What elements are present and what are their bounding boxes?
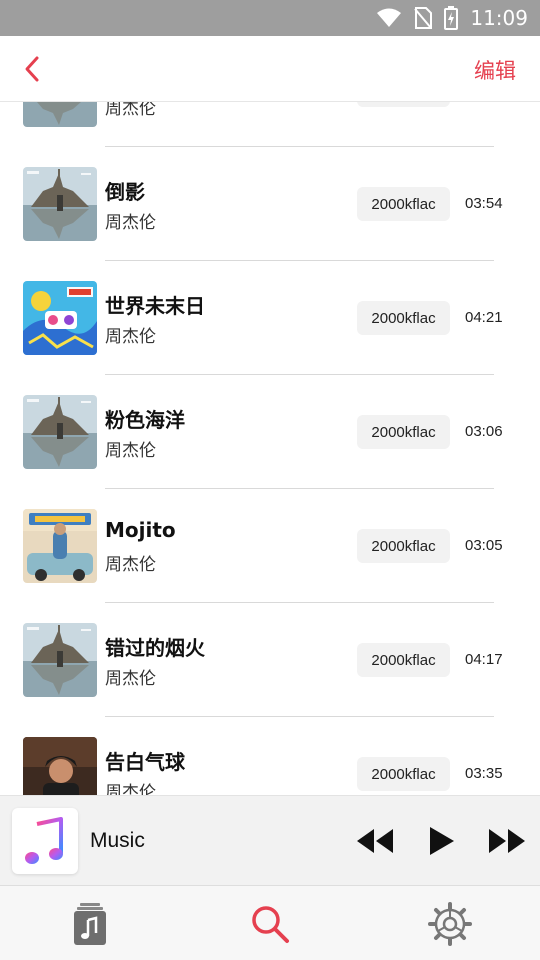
battery-charging-icon — [444, 6, 459, 30]
song-duration: 04:17 — [465, 651, 503, 668]
search-icon — [252, 905, 289, 943]
quality-badge: 2000kflac — [357, 529, 450, 563]
tab-bar — [0, 885, 540, 960]
quality-badge: 2000kflac — [357, 643, 450, 677]
play-icon[interactable] — [426, 823, 456, 859]
song-artist: 周杰伦 — [105, 327, 156, 347]
song-row[interactable]: 告白气球周杰伦 2000kflac 03:35 — [0, 717, 540, 795]
quality-badge: 2000kflac — [357, 187, 450, 221]
song-title: 告白气球 — [105, 750, 185, 774]
song-artist: 周杰伦 — [105, 441, 156, 461]
status-icons: 11:09 — [376, 0, 528, 36]
no-sim-icon — [414, 7, 433, 29]
status-time: 11:09 — [470, 6, 528, 30]
song-artist: 周杰伦 — [105, 102, 156, 119]
album-cover — [23, 737, 97, 795]
song-row[interactable]: Mojito 周杰伦 2000kflac 03:05 — [0, 489, 540, 603]
song-list-inner: 逆经流浪周杰伦2000kflac04:25倒影周杰伦2000kflac03:54… — [0, 102, 540, 795]
tab-search[interactable] — [180, 886, 360, 960]
album-cover — [23, 102, 97, 127]
song-artist: 周杰伦 — [105, 555, 156, 575]
song-title: 世界未末日 — [105, 294, 205, 318]
quality-badge: 2000kflac — [357, 757, 450, 791]
chevron-left-icon — [25, 56, 39, 82]
gear-icon — [428, 901, 472, 946]
now-playing-artwork[interactable] — [12, 808, 78, 874]
wifi-icon — [377, 8, 402, 27]
album-cover — [23, 167, 97, 241]
album-cover — [23, 509, 97, 583]
back-button[interactable] — [20, 54, 48, 84]
next-icon[interactable] — [487, 823, 527, 859]
quality-badge: 2000kflac — [357, 102, 450, 107]
edit-button[interactable]: 编辑 — [474, 55, 516, 85]
tab-library[interactable] — [0, 886, 180, 960]
song-title: Mojito — [105, 518, 176, 542]
music-library-icon — [74, 902, 106, 945]
song-row[interactable]: 错过的烟火周杰伦 2000kflac 04:17 — [0, 603, 540, 717]
song-duration: 03:05 — [465, 537, 503, 554]
song-list[interactable]: 逆经流浪周杰伦2000kflac04:25倒影周杰伦2000kflac03:54… — [0, 102, 540, 795]
top-bar: 编辑 — [0, 36, 540, 102]
quality-badge: 2000kflac — [357, 301, 450, 335]
now-playing-title: Music — [90, 829, 145, 852]
album-cover — [23, 281, 97, 355]
status-bar: 11:09 — [0, 0, 540, 36]
previous-icon[interactable] — [355, 823, 395, 859]
song-title: 倒影 — [105, 180, 145, 204]
quality-badge: 2000kflac — [357, 415, 450, 449]
tab-settings[interactable] — [360, 886, 540, 960]
song-duration: 03:06 — [465, 423, 503, 440]
song-duration: 03:35 — [465, 765, 503, 782]
song-row[interactable]: 逆经流浪周杰伦2000kflac04:25 — [0, 102, 540, 147]
now-playing-bar[interactable]: Music — [0, 795, 540, 885]
song-artist: 周杰伦 — [105, 213, 156, 233]
song-row[interactable]: 粉色海洋周杰伦 2000kflac 03:06 — [0, 375, 540, 489]
song-row[interactable]: 倒影周杰伦 2000kflac 03:54 — [0, 147, 540, 261]
album-cover — [23, 623, 97, 697]
song-duration: 04:21 — [465, 309, 503, 326]
song-title: 粉色海洋 — [105, 408, 185, 432]
song-artist: 周杰伦 — [105, 669, 156, 689]
song-duration: 03:54 — [465, 195, 503, 212]
music-note-icon — [25, 817, 63, 864]
song-row[interactable]: 世界未末日周杰伦 2000kflac 04:21 — [0, 261, 540, 375]
album-cover — [23, 395, 97, 469]
song-title: 错过的烟火 — [105, 636, 205, 660]
song-artist: 周杰伦 — [105, 783, 156, 795]
